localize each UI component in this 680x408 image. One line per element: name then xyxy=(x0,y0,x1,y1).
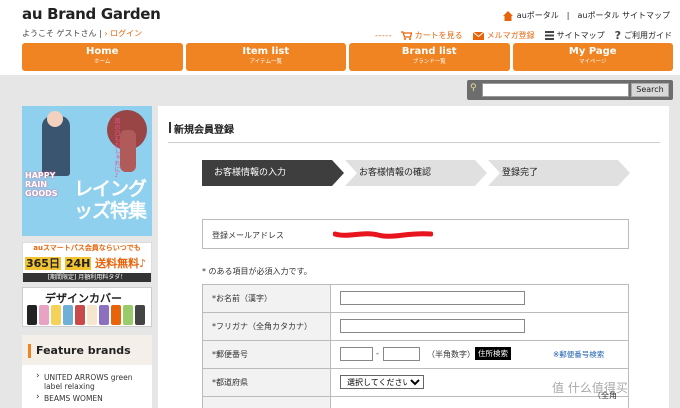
form-row-furigana: *フリガナ（全角カタカナ） xyxy=(203,313,628,341)
phone-cover-thumbnails xyxy=(27,305,145,325)
rain-banner-title: レイングッズ特集 xyxy=(74,178,147,222)
furigana-label: *フリガナ（全角カタカナ） xyxy=(203,313,331,340)
magazine-label: メルマガ登録 xyxy=(486,31,535,40)
main-nav: Home ホーム Item list アイテム一覧 Brand list ブランド一覧… xyxy=(22,43,673,71)
form-row-name: *お名前（漢字） xyxy=(203,285,628,313)
site-logo[interactable]: au Brand Garden xyxy=(22,5,161,23)
smart-pass-line2: 365日 24H 送料無料♪ xyxy=(25,257,147,270)
feature-brands: Feature brands UNITED ARROWS green label… xyxy=(22,335,152,408)
furigana-input[interactable] xyxy=(340,319,525,333)
site-header: au Brand Garden ようこそ ゲストさん | › ログイン auポー… xyxy=(0,0,680,75)
required-note: * のある項目が必須入力です。 xyxy=(202,267,312,276)
zip-search-link[interactable]: ※郵便番号検索 xyxy=(553,349,604,360)
welcome-separator: | xyxy=(99,29,102,38)
search-input[interactable] xyxy=(482,83,629,97)
step-complete: 登録完了 xyxy=(488,160,630,186)
question-icon: ? xyxy=(614,29,621,42)
login-link[interactable]: › ログイン xyxy=(104,29,142,38)
rain-goods-banner[interactable]: 雨の日もおしゃれに♪ HAPPY RAIN GOODS レイングッズ特集 xyxy=(22,106,152,236)
design-cover-title: デザインカバー xyxy=(45,292,122,305)
name-input[interactable] xyxy=(340,291,525,305)
form-row-address xyxy=(203,397,628,408)
sitemap-label: サイトマップ xyxy=(556,31,605,40)
top-links: auポータル | auポータル サイトマップ xyxy=(502,10,670,21)
rain-banner-subtitle: 雨の日もおしゃれに♪ xyxy=(113,118,120,179)
nav-tab-item-list[interactable]: Item list アイテム一覧 xyxy=(185,43,346,71)
step-input: お客様情報の入力 xyxy=(202,160,344,186)
zip-dash: - xyxy=(376,349,379,358)
cart-icon xyxy=(400,31,412,40)
search-box: ⚲ Search xyxy=(467,80,673,100)
nav-tab-my-page[interactable]: My Page マイページ xyxy=(512,43,673,71)
list-icon xyxy=(544,31,554,40)
title-divider xyxy=(168,142,660,143)
toplinks-divider: | xyxy=(566,11,570,20)
watermark: 值 什么值得买 xyxy=(552,381,628,395)
rain-banner-happy: HAPPY RAIN GOODS xyxy=(25,171,58,198)
cart-label: カートを見る xyxy=(414,31,463,40)
search-button[interactable]: Search xyxy=(631,83,669,97)
welcome-text: ようこそ ゲストさん | › ログイン xyxy=(22,28,142,39)
magazine-link[interactable]: メルマガ登録 xyxy=(472,30,535,41)
zip-label: *郵便番号 xyxy=(203,341,331,368)
address-label xyxy=(203,397,331,408)
feature-brands-title: Feature brands xyxy=(36,344,131,357)
guide-label: ご利用ガイド xyxy=(624,31,672,40)
name-label: *お名前（漢字） xyxy=(203,285,331,312)
form-row-zip: *郵便番号 - （半角数字） 住所検索 ※郵便番号検索 xyxy=(203,341,628,369)
au-portal-link[interactable]: auポータル xyxy=(517,10,559,21)
zip-input-second[interactable] xyxy=(383,347,420,361)
registration-steps: お客様情報の入力 お客様情報の確認 登録完了 xyxy=(202,160,630,186)
nav-tab-home[interactable]: Home ホーム xyxy=(22,43,183,71)
model-head-1 xyxy=(47,111,63,127)
redaction-scribble xyxy=(333,231,433,239)
smart-pass-line1: auスマートパス会員ならいつでも xyxy=(33,244,141,252)
registration-panel: 新規会員登録 お客様情報の入力 お客様情報の確認 登録完了 登録メールアドレス … xyxy=(158,106,669,408)
cart-dash-decoration: - - - - - xyxy=(375,31,392,40)
address-search-button[interactable]: 住所検索 xyxy=(475,347,511,360)
model-figure-2 xyxy=(120,130,136,172)
smart-pass-line3: [期間限定] 月額利用料タダ！ xyxy=(23,273,151,282)
welcome-prefix: ようこそ ゲストさん xyxy=(22,29,97,38)
feature-brand-item[interactable]: BEAMS WOMEN xyxy=(36,393,148,403)
nav-tab-brand-list[interactable]: Brand list ブランド一覧 xyxy=(349,43,510,71)
prefecture-label: *都道府県 xyxy=(203,369,331,396)
zip-input-first[interactable] xyxy=(340,347,373,361)
feature-brand-item[interactable]: UNITED ARROWS green label relaxing xyxy=(36,372,148,391)
zip-hint: （半角数字） xyxy=(427,350,475,359)
key-icon: ⚲ xyxy=(470,83,477,93)
mail-icon xyxy=(472,31,484,40)
feature-brands-header: Feature brands xyxy=(22,335,152,365)
smart-pass-banner[interactable]: auスマートパス会員ならいつでも 365日 24H 送料無料♪ [期間限定] 月… xyxy=(22,242,152,282)
sitemap-link[interactable]: サイトマップ xyxy=(544,30,605,41)
step-confirm: お客様情報の確認 xyxy=(345,160,487,186)
home-icon xyxy=(502,10,513,21)
portal-sitemap-link[interactable]: auポータル サイトマップ xyxy=(577,10,670,21)
prefecture-select[interactable]: 選択してください xyxy=(340,375,424,389)
email-display: 登録メールアドレス xyxy=(202,219,629,249)
page-title: 新規会員登録 xyxy=(169,121,234,136)
utility-links: - - - - - カートを見る メルマガ登録 サイトマップ ? ご利用ガイド xyxy=(375,29,672,42)
email-label: 登録メールアドレス xyxy=(212,231,284,240)
design-cover-banner[interactable]: デザインカバー xyxy=(22,287,152,327)
guide-link[interactable]: ? ご利用ガイド xyxy=(615,29,672,42)
cart-link[interactable]: カートを見る xyxy=(400,30,463,41)
